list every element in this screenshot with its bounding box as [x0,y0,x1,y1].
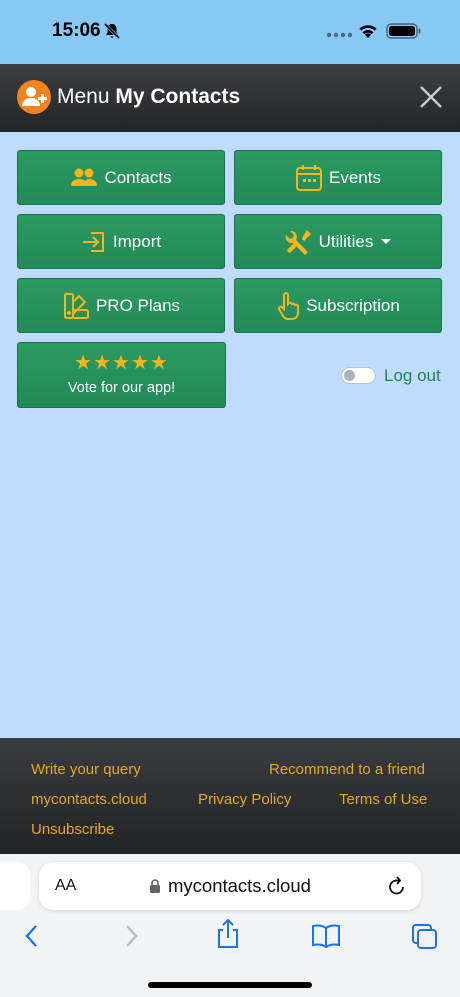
pro-plans-label: PRO Plans [95,295,181,315]
wifi-icon [359,25,377,38]
vote-label: Vote for our app! [67,380,176,396]
recommend-link[interactable]: Recommend to a friend [269,761,425,778]
subscription-button[interactable]: Subscription [234,278,442,333]
url-text: mycontacts.cloud [168,875,311,896]
pro-plans-button[interactable]: PRO Plans [17,278,225,333]
home-indicator [148,982,312,988]
write-query-link[interactable]: Write your query [31,761,141,778]
terms-link[interactable]: Terms of Use [339,791,427,808]
events-label: Events [329,167,381,187]
app-name: My Contacts [115,85,241,108]
five-stars-icon: ★★★★★ [74,352,169,374]
add-contact-logo-icon[interactable] [17,80,51,114]
contacts-label: Contacts [104,167,172,187]
reader-settings-button[interactable]: AA [55,877,76,895]
privacy-policy-link[interactable]: Privacy Policy [198,791,291,808]
status-time: 15:06 [52,20,101,41]
events-button[interactable]: Events [234,150,442,205]
logout-toggle[interactable] [341,367,376,384]
site-link[interactable]: mycontacts.cloud [31,791,147,808]
import-button[interactable]: Import [17,214,225,269]
subscription-label: Subscription [306,295,400,315]
utilities-dropdown-button[interactable]: Utilities [234,214,442,269]
caret-down-icon [381,239,392,244]
utilities-label: Utilities [318,231,374,251]
users-icon [71,168,98,186]
unsubscribe-link[interactable]: Unsubscribe [31,821,114,838]
bookmarks-icon[interactable] [311,922,341,950]
battery-icon [386,23,421,39]
share-icon[interactable] [215,918,241,950]
previous-tab-preview[interactable] [0,862,30,910]
vote-button[interactable]: ★★★★★ Vote for our app! [17,342,226,408]
calendar-icon [296,164,322,191]
toggle-knob [344,370,355,381]
page-title: Menu My Contacts [57,85,240,109]
close-icon[interactable] [418,84,444,110]
tools-icon [285,229,311,255]
color-swatch-icon [63,292,89,319]
status-bar: 15:06 [0,0,460,64]
menu-label: Menu [57,85,110,108]
logout-label[interactable]: Log out [384,366,441,386]
import-label: Import [112,231,162,251]
reload-icon[interactable] [387,875,407,897]
lock-icon [150,879,160,893]
import-icon [82,231,104,252]
signal-icon [326,32,352,38]
tabs-icon[interactable] [410,922,438,950]
forward-icon[interactable] [121,922,141,950]
bell-muted-icon [103,22,121,40]
back-icon[interactable] [22,922,42,950]
contacts-button[interactable]: Contacts [17,150,225,205]
hand-pointer-icon [278,291,300,320]
footer: Write your query Recommend to a friend m… [0,738,460,854]
address-bar[interactable]: AA mycontacts.cloud [39,862,421,910]
app-header: Menu My Contacts [0,64,460,132]
